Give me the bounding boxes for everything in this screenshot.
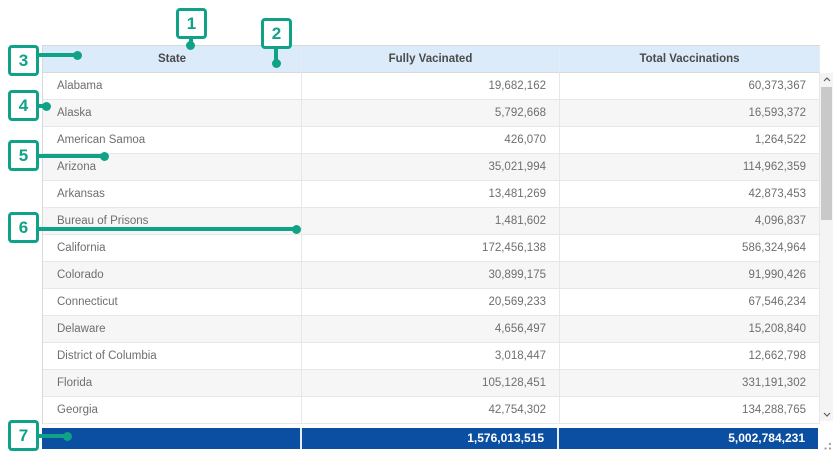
- table-row[interactable]: Arkansas 13,481,269 42,873,453: [43, 181, 820, 208]
- callout-marker-7: 7: [8, 420, 39, 451]
- cell-state: Colorado: [43, 262, 302, 289]
- table-row[interactable]: Colorado 30,899,175 91,990,426: [43, 262, 820, 289]
- callout-marker-3: 3: [8, 45, 39, 76]
- scrollbar-thumb[interactable]: [821, 87, 832, 220]
- cell-total-vaccinations: 12,662,798: [560, 343, 820, 370]
- table-row[interactable]: District of Columbia 3,018,447 12,662,79…: [43, 343, 820, 370]
- cell-fully-vaccinated: 13,481,269: [302, 181, 560, 208]
- cell-fully-vaccinated: 19,682,162: [302, 73, 560, 100]
- cell-total-vaccinations: 4,096,837: [560, 208, 820, 235]
- callout-marker-2: 2: [261, 18, 292, 49]
- cell-total-vaccinations: 586,324,964: [560, 235, 820, 262]
- callout-marker-1: 1: [176, 8, 207, 39]
- cell-state: Georgia: [43, 397, 302, 424]
- cell-fully-vaccinated: 30,899,175: [302, 262, 560, 289]
- cell-state: California: [43, 235, 302, 262]
- cell-fully-vaccinated: 4,656,497: [302, 316, 560, 343]
- table-row[interactable]: Arizona 35,021,994 114,962,359: [43, 154, 820, 181]
- chevron-up-icon[interactable]: [820, 73, 833, 86]
- callout-marker-6: 6: [8, 212, 39, 243]
- resize-grip-icon[interactable]: [822, 438, 832, 448]
- table-row[interactable]: Alaska 5,792,668 16,593,372: [43, 100, 820, 127]
- table-row[interactable]: Florida 105,128,451 331,191,302: [43, 370, 820, 397]
- cell-total-vaccinations: 331,191,302: [560, 370, 820, 397]
- cell-fully-vaccinated: 172,456,138: [302, 235, 560, 262]
- table-row[interactable]: Georgia 42,754,302 134,288,765: [43, 397, 820, 424]
- cell-state: Arizona: [43, 154, 302, 181]
- annotated-table-screenshot: State Fully Vacinated Total Vaccinations…: [0, 0, 833, 453]
- table-row[interactable]: Delaware 4,656,497 15,208,840: [43, 316, 820, 343]
- cell-state: Alaska: [43, 100, 302, 127]
- callout-dot: [73, 51, 82, 60]
- cell-fully-vaccinated: 42,754,302: [302, 397, 560, 424]
- cell-total-vaccinations: 42,873,453: [560, 181, 820, 208]
- cell-total-vaccinations: 91,990,426: [560, 262, 820, 289]
- callout-dot: [42, 102, 51, 111]
- table-body: Alabama 19,682,162 60,373,367 Alaska 5,7…: [43, 73, 820, 424]
- callout-marker-5: 5: [8, 140, 39, 171]
- callout-line: [37, 53, 77, 57]
- cell-state: Delaware: [43, 316, 302, 343]
- callout-dot: [100, 152, 109, 161]
- table-widget: State Fully Vacinated Total Vaccinations…: [42, 45, 833, 449]
- callout-line: [37, 154, 103, 158]
- cell-fully-vaccinated: 1,481,602: [302, 208, 560, 235]
- cell-fully-vaccinated: 426,070: [302, 127, 560, 154]
- footer-cell-total-vaccinations-sum: 5,002,784,231: [559, 428, 818, 449]
- column-header-state[interactable]: State: [43, 46, 302, 73]
- cell-total-vaccinations: 1,264,522: [560, 127, 820, 154]
- table-header-row: State Fully Vacinated Total Vaccinations: [43, 46, 820, 73]
- cell-fully-vaccinated: 20,569,233: [302, 289, 560, 316]
- cell-total-vaccinations: 114,962,359: [560, 154, 820, 181]
- cell-fully-vaccinated: 35,021,994: [302, 154, 560, 181]
- cell-total-vaccinations: 15,208,840: [560, 316, 820, 343]
- cell-fully-vaccinated: 3,018,447: [302, 343, 560, 370]
- callout-dot: [272, 59, 281, 68]
- chevron-down-icon[interactable]: [820, 408, 833, 421]
- table-row[interactable]: California 172,456,138 586,324,964: [43, 235, 820, 262]
- cell-state: Connecticut: [43, 289, 302, 316]
- footer-cell-fully-vaccinated-sum: 1,576,013,515: [302, 428, 559, 449]
- cell-total-vaccinations: 60,373,367: [560, 73, 820, 100]
- cell-fully-vaccinated: 105,128,451: [302, 370, 560, 397]
- cell-total-vaccinations: 16,593,372: [560, 100, 820, 127]
- callout-marker-4: 4: [8, 90, 39, 121]
- column-header-fully-vaccinated[interactable]: Fully Vacinated: [302, 46, 560, 73]
- footer-cell-state: [42, 428, 302, 449]
- table-row[interactable]: American Samoa 426,070 1,264,522: [43, 127, 820, 154]
- cell-state: Florida: [43, 370, 302, 397]
- cell-total-vaccinations: 134,288,765: [560, 397, 820, 424]
- data-table: State Fully Vacinated Total Vaccinations…: [42, 45, 820, 424]
- cell-state: American Samoa: [43, 127, 302, 154]
- vertical-scrollbar[interactable]: [820, 73, 833, 421]
- column-header-total-vaccinations[interactable]: Total Vaccinations: [560, 46, 820, 73]
- callout-dot: [292, 225, 301, 234]
- callout-line: [37, 227, 295, 231]
- summary-footer-row: 1,576,013,515 5,002,784,231: [42, 428, 820, 449]
- callout-dot: [186, 41, 195, 50]
- table-row[interactable]: Alabama 19,682,162 60,373,367: [43, 73, 820, 100]
- cell-total-vaccinations: 67,546,234: [560, 289, 820, 316]
- cell-state: Alabama: [43, 73, 302, 100]
- cell-fully-vaccinated: 5,792,668: [302, 100, 560, 127]
- cell-state: District of Columbia: [43, 343, 302, 370]
- callout-dot: [63, 432, 72, 441]
- cell-state: Arkansas: [43, 181, 302, 208]
- table-row[interactable]: Connecticut 20,569,233 67,546,234: [43, 289, 820, 316]
